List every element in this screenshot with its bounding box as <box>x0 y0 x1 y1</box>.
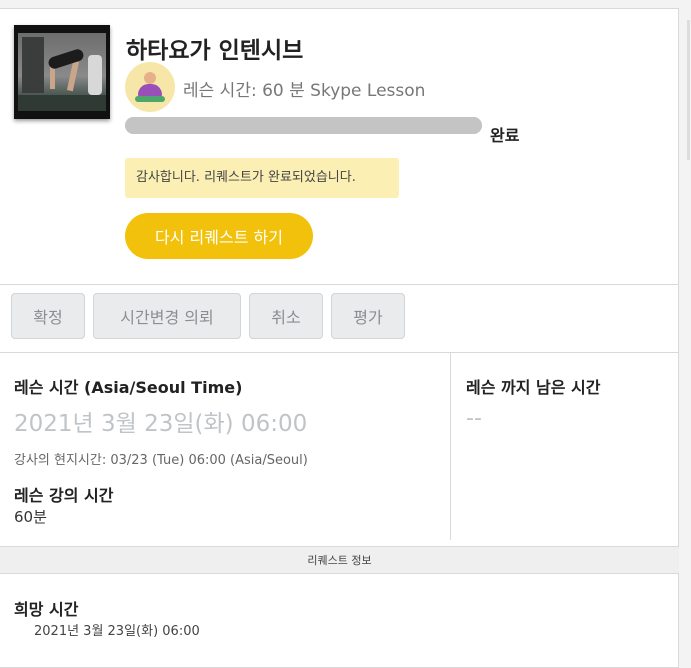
preferred-time-value: 2021년 3월 23일(화) 06:00 <box>34 624 200 639</box>
cancel-button[interactable]: 취소 <box>249 293 323 339</box>
yoga-photo <box>18 33 106 111</box>
remaining-heading: 레슨 까지 남은 시간 <box>466 378 601 397</box>
photo-leg <box>66 60 80 92</box>
confirm-button[interactable]: 확정 <box>11 293 85 339</box>
column-divider <box>450 353 451 540</box>
photo-door <box>22 37 44 93</box>
side-edge-line <box>687 20 690 160</box>
lesson-time-heading: 레슨 시간 (Asia/Seoul Time) <box>14 378 243 397</box>
preferred-time-heading: 희망 시간 <box>14 600 79 619</box>
progress-bar <box>125 117 482 134</box>
divider-top <box>0 284 679 285</box>
review-button[interactable]: 평가 <box>331 293 405 339</box>
teacher-avatar[interactable] <box>125 62 175 112</box>
photo-body <box>47 47 85 71</box>
photo-mat <box>18 95 106 111</box>
request-info-header: 리퀘스트 정보 <box>0 546 679 574</box>
duration-value: 60분 <box>14 508 47 526</box>
avatar-head <box>144 72 156 84</box>
duration-heading: 레슨 강의 시간 <box>14 486 114 505</box>
photo-plant <box>88 55 102 95</box>
page-side-edge <box>679 0 691 656</box>
divider-middle <box>0 352 679 353</box>
status-label: 완료 <box>490 126 520 145</box>
lesson-thumbnail[interactable] <box>14 25 110 119</box>
teacher-local-time: 강사의 현지시간: 03/23 (Tue) 06:00 (Asia/Seoul) <box>14 453 308 468</box>
success-notice: 감사합니다. 리퀘스트가 완료되었습니다. <box>125 158 399 198</box>
lesson-title[interactable]: 하타요가 인텐시브 <box>126 31 303 65</box>
remaining-value: -- <box>466 406 482 431</box>
change-time-button[interactable]: 시간변경 의뢰 <box>93 293 241 339</box>
progress-fill <box>125 117 482 134</box>
lesson-date: 2021년 3월 23일(화) 06:00 <box>14 411 308 437</box>
lesson-meta: 레슨 시간: 60 분 Skype Lesson <box>183 81 426 101</box>
rerequest-button[interactable]: 다시 리퀘스트 하기 <box>125 213 313 259</box>
avatar-base <box>135 96 165 102</box>
